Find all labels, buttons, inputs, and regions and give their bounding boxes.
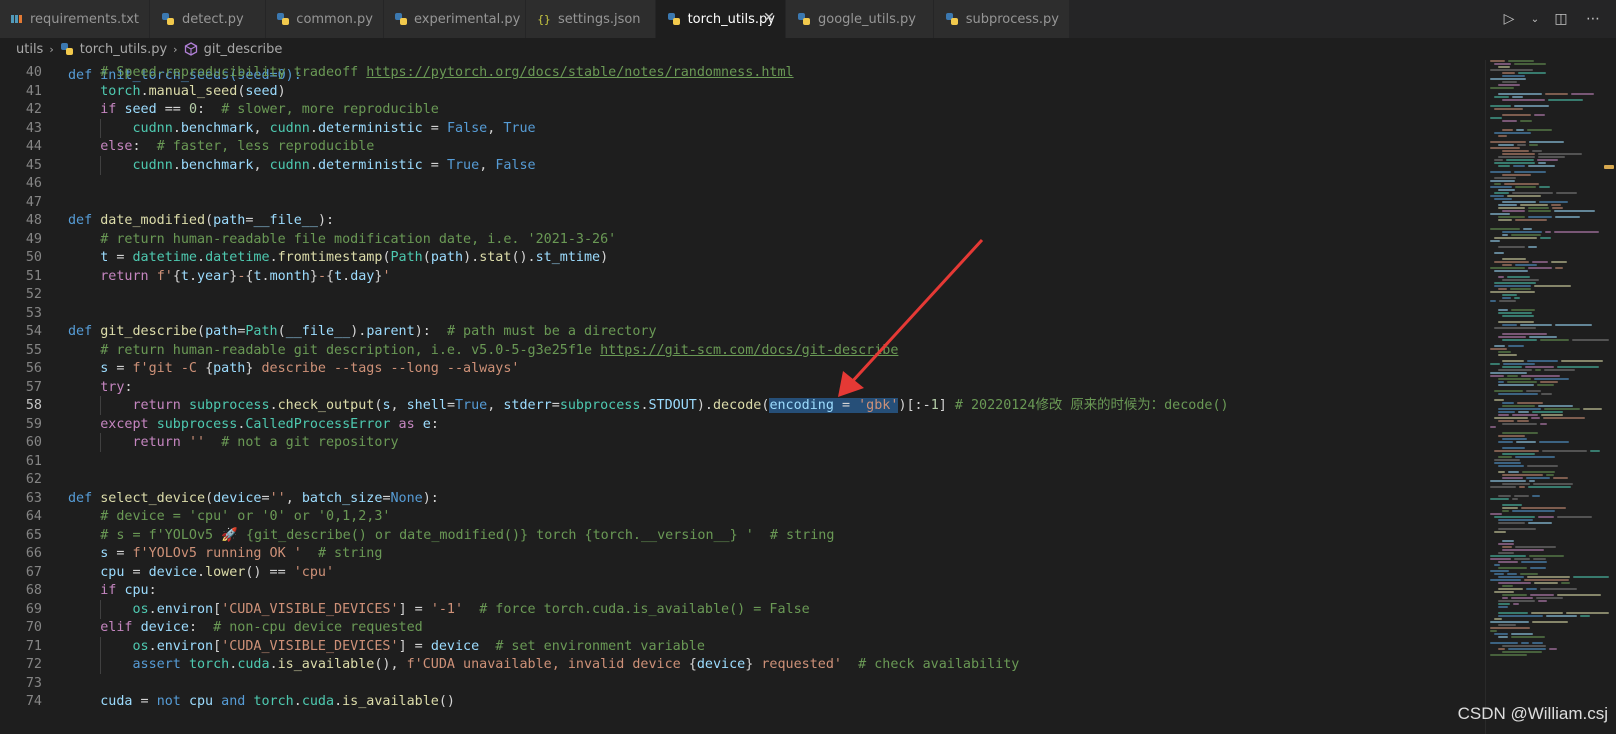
vscode-window: requirements.txt detect.py common.py experi… — [0, 0, 1616, 734]
watermark: CSDN @William.csj — [1457, 704, 1608, 723]
red-arrow-annotation — [838, 238, 984, 397]
